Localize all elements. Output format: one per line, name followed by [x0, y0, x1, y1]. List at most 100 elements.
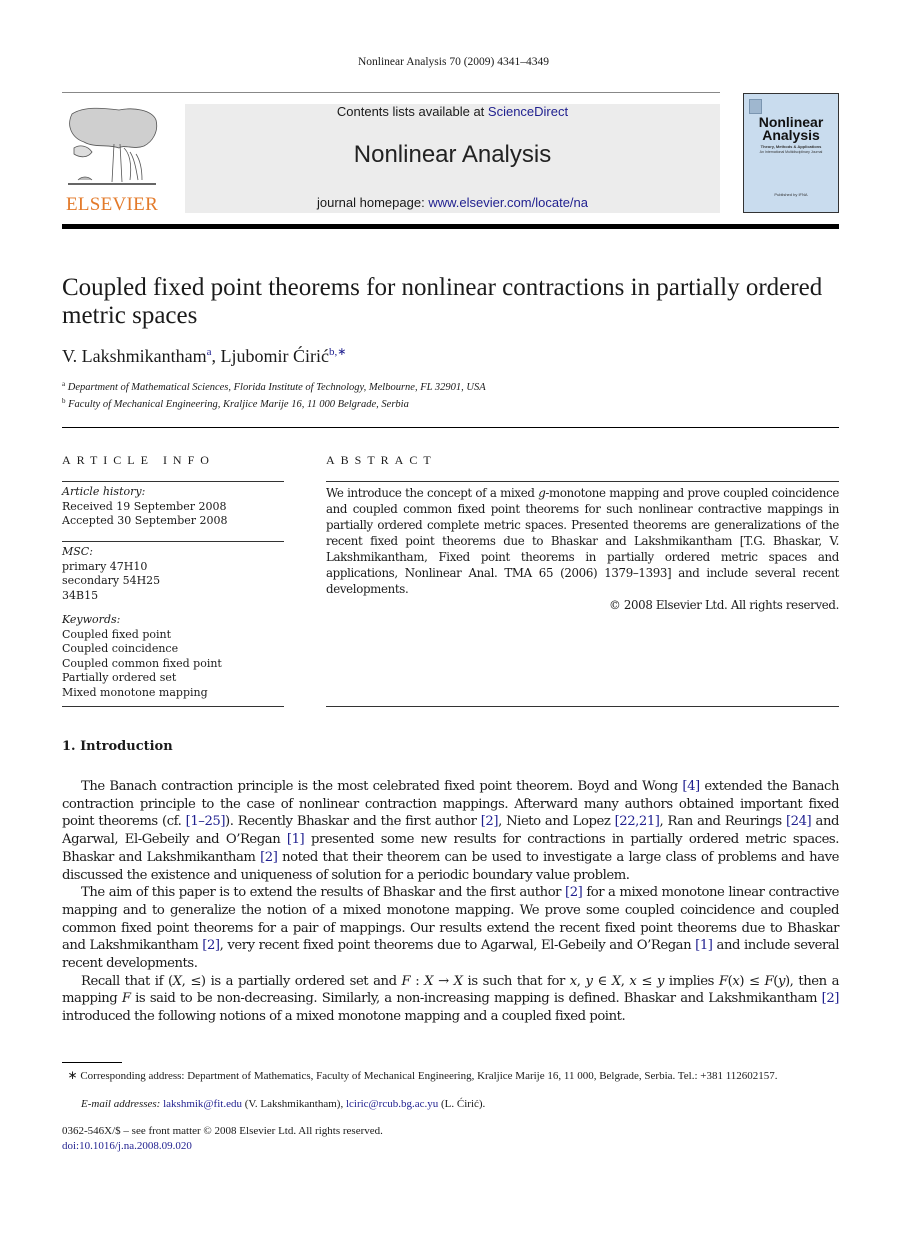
author-name: Ljubomir Ćirić	[220, 346, 330, 366]
keyword: Coupled common fixed point	[62, 656, 222, 670]
introduction-body: The Banach contraction principle is the …	[62, 778, 839, 1026]
article-info-divider	[62, 541, 284, 542]
abstract-heading: ABSTRACT	[326, 453, 437, 467]
citation-link[interactable]: [2]	[822, 991, 840, 1006]
math-symbol: X	[611, 973, 621, 989]
cover-subtitle-2: An International Multidisciplinary Journ…	[759, 150, 823, 154]
email-link[interactable]: lciric@rcub.bg.ac.yu	[346, 1098, 438, 1110]
affiliation-text: Department of Mathematical Sciences, Flo…	[67, 382, 486, 393]
affiliation-mark: b	[62, 397, 66, 405]
sciencedirect-link[interactable]: ScienceDirect	[488, 104, 568, 119]
math-symbol: X	[453, 973, 463, 989]
paragraph-text: introduced the following notions of a mi…	[62, 1009, 626, 1025]
citation-link[interactable]: [4]	[682, 779, 700, 794]
issn-line: 0362-546X/$ – see front matter © 2008 El…	[62, 1125, 383, 1137]
author-affiliation-mark[interactable]: b,∗	[329, 346, 346, 358]
author-name: V. Lakshmikantham	[62, 346, 207, 366]
citation-link[interactable]: [2]	[202, 938, 220, 953]
math-symbol: F	[718, 973, 728, 989]
footnote-star-mark: ∗	[67, 1068, 78, 1082]
article-title: Coupled fixed point theorems for nonline…	[62, 274, 823, 329]
masthead-top-rule	[62, 92, 720, 93]
running-head: Nonlinear Analysis 70 (2009) 4341–4349	[357, 56, 549, 68]
contents-line: Contents lists available at ScienceDirec…	[185, 104, 720, 119]
footnote-rule	[62, 1062, 122, 1063]
abstract-text: -monotone mapping and prove coupled coin…	[326, 486, 839, 596]
journal-cover-image: Nonlinear Analysis Theory, Methods & App…	[743, 93, 839, 213]
article-history: Article history: Received 19 September 2…	[62, 485, 284, 529]
citation-link[interactable]: [2]	[260, 850, 278, 865]
msc-code: primary 47H10	[62, 559, 148, 573]
paragraph-text: , ≤) is a partially ordered set and	[181, 973, 402, 989]
journal-homepage-link[interactable]: www.elsevier.com/locate/na	[428, 195, 588, 210]
affiliation: b Faculty of Mechanical Engineering, Kra…	[62, 397, 409, 410]
msc-code: secondary 54H25	[62, 574, 161, 587]
paragraph-text: is said to be non-decreasing. Similarly,…	[130, 991, 822, 1007]
abstract-text: We introduce the concept of a mixed	[326, 486, 539, 500]
citation-link[interactable]: [1]	[287, 832, 305, 847]
citation-link[interactable]: [1]	[695, 938, 713, 953]
math-symbol: X	[424, 973, 434, 989]
footnote-emails: E-mail addresses: lakshmik@fit.edu (V. L…	[81, 1098, 485, 1110]
abstract-copyright: © 2008 Elsevier Ltd. All rights reserved…	[609, 598, 839, 612]
math-symbol: F	[121, 991, 131, 1007]
math-symbol: y	[656, 973, 664, 989]
citation-link[interactable]: [2]	[481, 814, 499, 829]
paragraph-text: , Nieto and Lopez	[498, 814, 615, 830]
paragraph-text: , very recent fixed point theorems due t…	[219, 938, 696, 954]
section-heading-introduction: 1. Introduction	[62, 739, 173, 754]
abstract-divider	[326, 706, 839, 707]
paragraph-text: →	[433, 973, 454, 989]
msc-classification: MSC: primary 47H10 secondary 54H25 34B15	[62, 545, 284, 603]
author-separator: ,	[211, 346, 221, 366]
elsevier-wordmark: ELSEVIER	[65, 194, 159, 215]
footnote-corresponding: ∗ Corresponding address: Department of M…	[62, 1067, 839, 1084]
math-symbol: y	[585, 973, 593, 989]
masthead-bottom-bar	[62, 224, 839, 229]
paragraph: The aim of this paper is to extend the r…	[62, 884, 839, 973]
cover-badge-icon	[749, 99, 762, 114]
citation-link[interactable]: [22,21]	[615, 814, 660, 829]
keywords: Keywords: Coupled fixed point Coupled co…	[62, 613, 284, 700]
msc-label: MSC:	[62, 545, 93, 558]
citation-link[interactable]: [24]	[786, 814, 812, 829]
cover-footer: Published by IFNA	[774, 192, 808, 197]
accepted-date: Accepted 30 September 2008	[62, 514, 228, 527]
paragraph: The Banach contraction principle is the …	[62, 778, 839, 884]
math-symbol: X	[172, 973, 182, 989]
paragraph-text: :	[410, 973, 425, 989]
homepage-prefix: journal homepage:	[317, 195, 429, 210]
citation-link[interactable]: [2]	[565, 885, 583, 900]
homepage-line: journal homepage: www.elsevier.com/locat…	[185, 195, 720, 210]
elsevier-tree-icon	[68, 107, 158, 185]
cover-subtitle: Theory, Methods & Applications	[760, 144, 822, 149]
math-symbol: x	[569, 973, 577, 989]
paragraph-text: Recall that if (	[81, 973, 173, 989]
article-info-divider	[62, 481, 284, 482]
email-owner: (L. Ćirić).	[438, 1098, 486, 1110]
abstract-divider	[326, 481, 839, 482]
abstract-body: We introduce the concept of a mixed g-mo…	[326, 485, 839, 613]
paragraph-text: implies	[663, 973, 719, 989]
keyword: Partially ordered set	[62, 671, 177, 684]
email-link[interactable]: lakshmik@fit.edu	[163, 1098, 242, 1110]
paragraph: Recall that if (X, ≤) is a partially ord…	[62, 973, 839, 1026]
keywords-label: Keywords:	[62, 613, 121, 626]
affiliation-text: Faculty of Mechanical Engineering, Kralj…	[68, 399, 409, 410]
cover-title-line2: Analysis	[762, 127, 820, 143]
citation-link[interactable]: [1–25]	[186, 814, 226, 829]
journal-name: Nonlinear Analysis	[353, 141, 552, 168]
elsevier-logo: ELSEVIER	[60, 104, 164, 216]
email-owner: (V. Lakshmikantham),	[241, 1098, 346, 1110]
paragraph-text: is such that for	[462, 973, 570, 989]
math-symbol: y	[777, 973, 785, 989]
paragraph-text: ). Recently Bhaskar and the first author	[225, 814, 481, 830]
received-date: Received 19 September 2008	[62, 499, 227, 513]
paragraph-text: ∈	[592, 973, 612, 989]
doi-link[interactable]: doi:10.1016/j.na.2008.09.020	[62, 1140, 192, 1152]
paragraph-text: , Ran and Reurings	[659, 814, 786, 830]
msc-code: 34B15	[62, 588, 99, 602]
cover-title: Nonlinear Analysis	[744, 115, 838, 143]
keyword: Coupled fixed point	[62, 627, 172, 641]
keyword: Mixed monotone mapping	[62, 685, 208, 699]
